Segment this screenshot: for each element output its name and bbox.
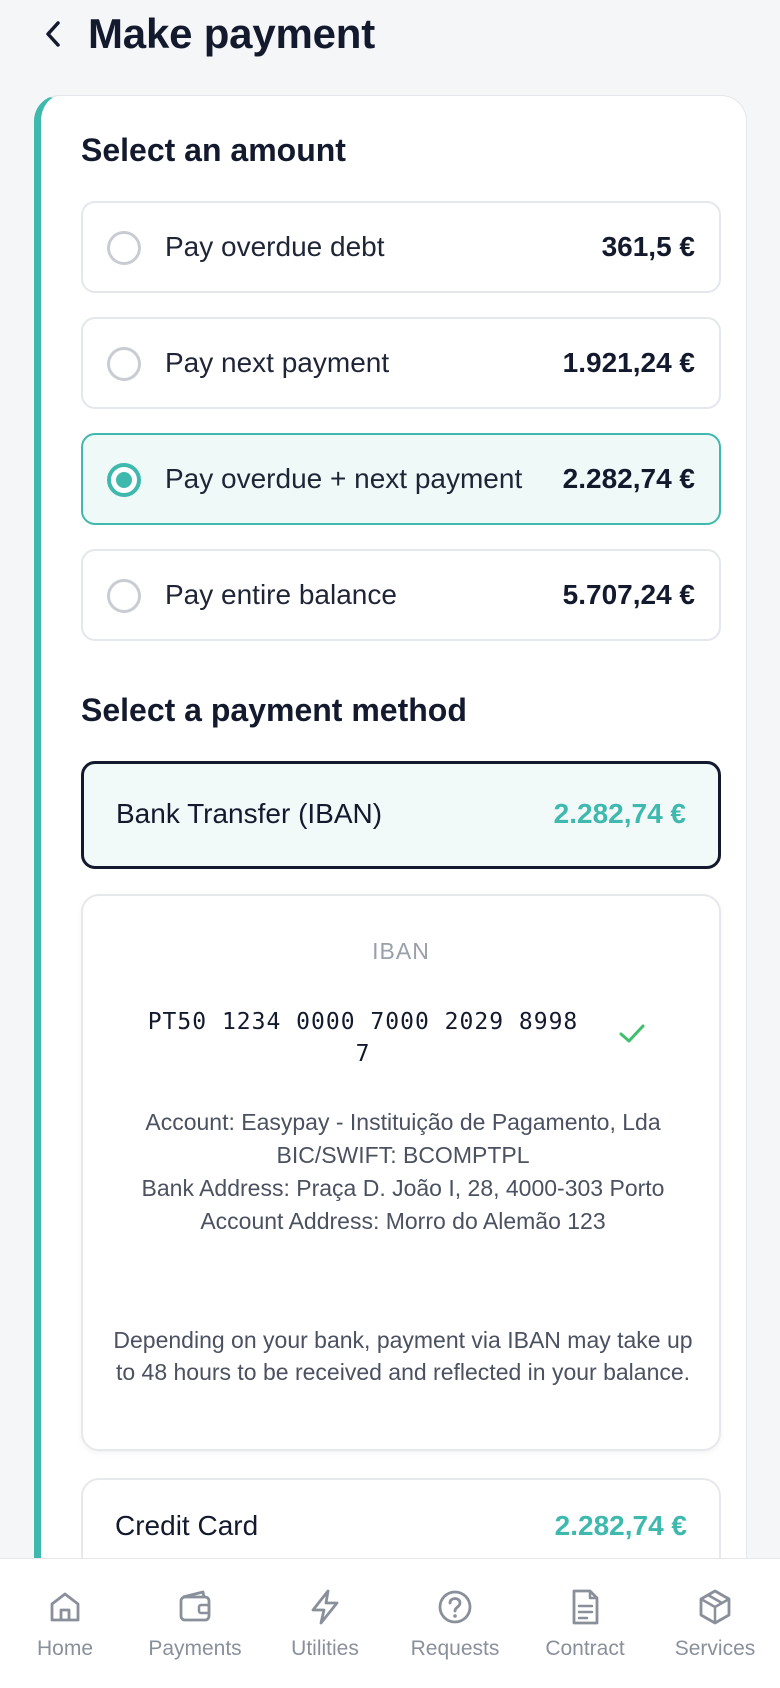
nav-label: Services [674,1637,756,1660]
nav-item-requests[interactable]: Requests [390,1559,520,1688]
check-icon[interactable] [617,1018,647,1048]
nav-item-payments[interactable]: Payments [130,1559,260,1688]
radio-button[interactable] [107,579,141,613]
radio-button[interactable] [107,347,141,381]
amount-section-title: Select an amount [81,132,346,168]
option-label: Pay entire balance [165,579,397,610]
bank-address: Bank Address: Praça D. João I, 28, 4000-… [141,1175,665,1201]
package-icon [699,1589,731,1625]
nav-label: Contract [545,1637,625,1660]
option-next-payment[interactable]: Pay next payment 1.921,24 € [81,317,721,409]
back-button[interactable] [36,14,70,54]
nav-label: Payments [148,1637,242,1660]
nav-label: Home [36,1637,94,1660]
option-overdue-plus-next[interactable]: Pay overdue + next payment 2.282,74 € [81,433,721,525]
method-section-title: Select a payment method [81,692,467,728]
account-address: Account Address: Morro do Alemão 123 [200,1208,606,1234]
account-info: Account: Easypay - Instituição de Pagame… [113,1106,693,1238]
radio-button-checked[interactable] [107,463,141,497]
nav-label: Requests [410,1637,500,1660]
option-amount: 5.707,24 € [562,579,695,610]
chevron-left-icon [46,21,60,47]
method-label: Credit Card [115,1510,259,1541]
header: Make payment [0,0,780,70]
payment-card: Select an amount Pay overdue debt 361,5 … [34,95,747,1595]
nav-item-home[interactable]: Home [0,1559,130,1688]
document-icon [572,1589,599,1625]
nav-label: Utilities [291,1637,359,1660]
home-icon [50,1592,80,1622]
option-overdue-debt[interactable]: Pay overdue debt 361,5 € [81,201,721,293]
nav-item-utilities[interactable]: Utilities [260,1559,390,1688]
method-amount: 2.282,74 € [554,1510,687,1541]
help-circle-icon [438,1590,472,1624]
bottom-nav: Home Payments Utilities Requests Contrac… [0,1558,780,1688]
method-label: Bank Transfer (IBAN) [116,798,383,829]
option-amount: 361,5 € [601,231,695,262]
wallet-icon [179,1590,211,1622]
option-label: Pay next payment [165,347,390,378]
nav-item-contract[interactable]: Contract [520,1559,650,1688]
iban-value[interactable]: PT50 1234 0000 7000 2029 8998 7 [143,1006,583,1070]
bank-transfer-method[interactable]: Bank Transfer (IBAN) 2.282,74 € [81,761,721,869]
option-amount: 2.282,74 € [562,463,695,494]
nav-item-services[interactable]: Services [650,1559,780,1688]
iban-caption: IBAN [372,938,430,964]
iban-note: Depending on your bank, payment via IBAN… [113,1327,693,1385]
account-name: Account: Easypay - Instituição de Pagame… [145,1109,661,1135]
option-label: Pay overdue + next payment [165,463,523,494]
method-amount: 2.282,74 € [553,798,686,829]
option-entire-balance[interactable]: Pay entire balance 5.707,24 € [81,549,721,641]
bic-swift: BIC/SWIFT: BCOMPTPL [276,1142,530,1168]
radio-button[interactable] [107,231,141,265]
option-label: Pay overdue debt [165,231,385,262]
lightning-icon [311,1589,339,1625]
option-amount: 1.921,24 € [562,347,695,378]
iban-details-panel: IBAN PT50 1234 0000 7000 2029 8998 7 Acc… [81,894,721,1451]
page-title: Make payment [88,10,376,57]
